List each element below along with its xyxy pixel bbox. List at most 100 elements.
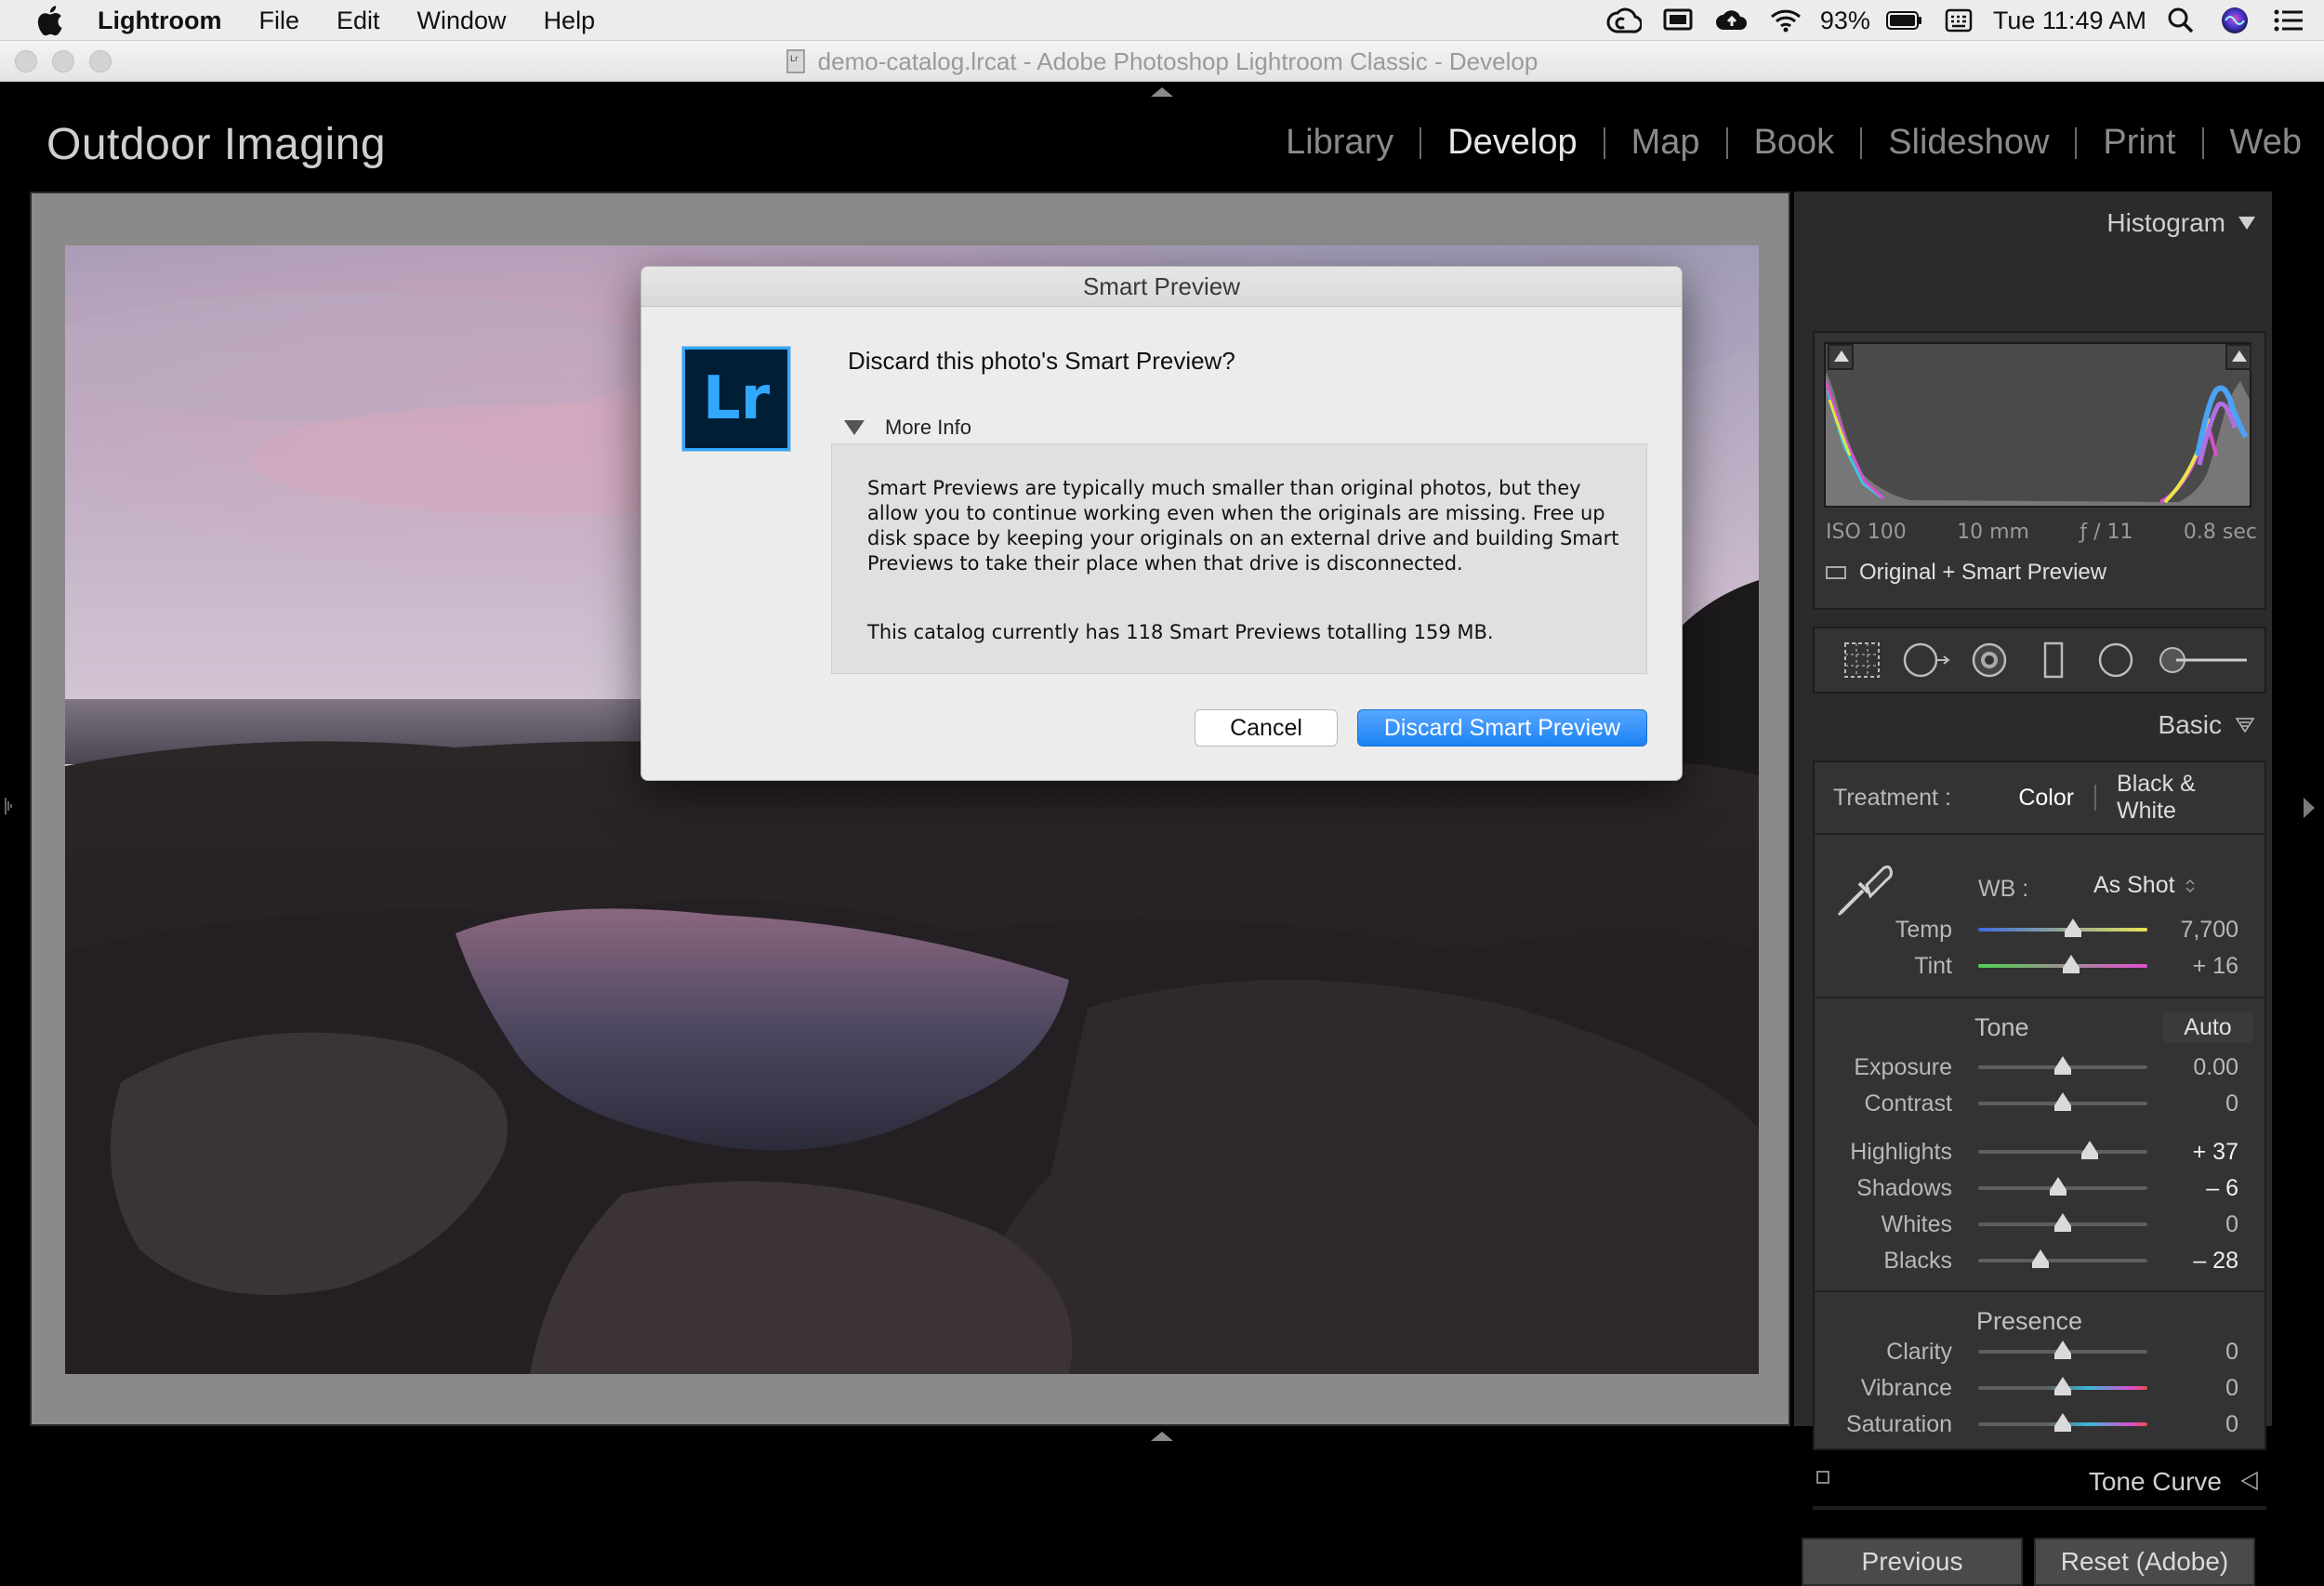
shadows-track[interactable] [1978, 1177, 2147, 1196]
battery-icon[interactable] [1885, 2, 1923, 39]
shadow-clipping-icon[interactable] [1828, 344, 1854, 370]
exposure-value[interactable]: 0.00 [2147, 1054, 2238, 1081]
shadows-slider[interactable]: Shadows – 6 [1815, 1171, 2268, 1205]
highlights-value[interactable]: + 37 [2147, 1139, 2238, 1166]
menu-window[interactable]: Window [417, 7, 507, 35]
cloud-upload-icon[interactable] [1713, 2, 1750, 39]
temp-track[interactable] [1978, 919, 2147, 937]
siri-icon[interactable] [2216, 2, 2253, 39]
contrast-track[interactable] [1978, 1092, 2147, 1111]
tint-value[interactable]: + 16 [2147, 953, 2238, 980]
exposure-thumb[interactable] [2054, 1056, 2071, 1075]
histogram-graph[interactable] [1824, 342, 2251, 508]
expand-triangle-icon[interactable] [2238, 1471, 2259, 1491]
clarity-thumb[interactable] [2054, 1341, 2071, 1359]
panel-toggle-icon[interactable] [1816, 1471, 1829, 1484]
divider [1815, 833, 2265, 835]
tint-slider[interactable]: Tint + 16 [1815, 949, 2268, 983]
module-print[interactable]: Print [2103, 123, 2175, 163]
saturation-track[interactable] [1978, 1413, 2147, 1432]
blacks-value[interactable]: – 28 [2147, 1248, 2238, 1275]
bottom-panel-toggle-icon[interactable] [1151, 1432, 1173, 1441]
radial-filter-tool-icon[interactable] [2091, 634, 2141, 686]
clock[interactable]: Tue 11:49 AM [1993, 7, 2146, 35]
histogram-header[interactable]: Histogram [2106, 208, 2255, 238]
vibrance-track[interactable] [1978, 1377, 2147, 1395]
whites-slider[interactable]: Whites 0 [1815, 1208, 2268, 1241]
right-panel-toggle-icon[interactable] [2304, 798, 2315, 818]
vibrance-thumb[interactable] [2054, 1377, 2071, 1395]
menu-edit[interactable]: Edit [337, 7, 380, 35]
left-panel-toggle-icon[interactable] [4, 796, 15, 816]
keyboard-icon[interactable] [1940, 2, 1977, 39]
clarity-track[interactable] [1978, 1341, 2147, 1359]
tint-thumb[interactable] [2063, 955, 2080, 973]
module-map[interactable]: Map [1631, 123, 1700, 163]
shadows-thumb[interactable] [2049, 1177, 2067, 1196]
preview-status[interactable]: Original + Smart Preview [1826, 560, 2106, 586]
discard-smart-preview-button[interactable]: Discard Smart Preview [1357, 709, 1647, 747]
display-icon[interactable] [1659, 2, 1697, 39]
module-book[interactable]: Book [1754, 123, 1835, 163]
module-library[interactable]: Library [1286, 123, 1393, 163]
temp-value[interactable]: 7,700 [2147, 917, 2238, 944]
panel-collapse-icon[interactable] [2235, 717, 2255, 734]
tone-curve-header[interactable]: Tone Curve [1813, 1460, 2266, 1504]
contrast-thumb[interactable] [2054, 1092, 2071, 1111]
basic-header[interactable]: Basic [2159, 710, 2255, 740]
module-develop[interactable]: Develop [1447, 123, 1577, 163]
temp-thumb[interactable] [2064, 919, 2081, 937]
exposure-track[interactable] [1978, 1056, 2147, 1075]
more-info-toggle[interactable]: More Info [844, 416, 971, 440]
creative-cloud-icon[interactable] [1605, 2, 1643, 39]
tint-track[interactable] [1978, 955, 2147, 973]
whites-value[interactable]: 0 [2147, 1211, 2238, 1238]
wifi-icon[interactable] [1767, 2, 1804, 39]
treatment-color-option[interactable]: Color [2018, 785, 2074, 812]
saturation-value[interactable]: 0 [2147, 1411, 2238, 1438]
whites-thumb[interactable] [2054, 1213, 2071, 1232]
temp-slider[interactable]: Temp 7,700 [1815, 913, 2268, 946]
wb-dropdown[interactable]: As Shot [2093, 872, 2196, 899]
auto-tone-button[interactable]: Auto [2162, 1011, 2253, 1043]
red-eye-tool-icon[interactable] [1965, 634, 2015, 686]
menu-file[interactable]: File [258, 7, 299, 35]
saturation-thumb[interactable] [2054, 1413, 2071, 1432]
blacks-track[interactable] [1978, 1249, 2147, 1268]
reset-button[interactable]: Reset (Adobe) [2034, 1538, 2255, 1586]
previous-button[interactable]: Previous [1802, 1538, 2023, 1586]
contrast-slider[interactable]: Contrast 0 [1815, 1087, 2268, 1120]
whites-track[interactable] [1978, 1213, 2147, 1232]
search-icon[interactable] [2162, 2, 2199, 39]
blacks-thumb[interactable] [2032, 1249, 2050, 1268]
exposure-slider[interactable]: Exposure 0.00 [1815, 1051, 2268, 1084]
disclosure-triangle-icon[interactable] [844, 420, 865, 435]
crop-tool-icon[interactable] [1837, 634, 1887, 686]
highlights-thumb[interactable] [2081, 1141, 2099, 1159]
highlight-clipping-icon[interactable] [2225, 344, 2251, 370]
apple-icon[interactable] [35, 4, 63, 37]
white-balance-selector-icon[interactable] [1831, 855, 1896, 920]
cancel-button[interactable]: Cancel [1195, 709, 1338, 747]
module-web[interactable]: Web [2230, 123, 2302, 163]
top-panel-toggle-icon[interactable] [1151, 87, 1173, 97]
adjustment-brush-tool-icon[interactable] [2154, 634, 2251, 686]
treatment-bw-option[interactable]: Black & White [2117, 771, 2261, 825]
shadows-value[interactable]: – 6 [2147, 1175, 2238, 1202]
clarity-slider[interactable]: Clarity 0 [1815, 1335, 2268, 1368]
notification-center-icon[interactable] [2270, 2, 2307, 39]
collapse-triangle-icon[interactable] [2238, 217, 2255, 230]
graduated-filter-tool-icon[interactable] [2027, 634, 2078, 686]
menu-help[interactable]: Help [544, 7, 596, 35]
vibrance-slider[interactable]: Vibrance 0 [1815, 1371, 2268, 1405]
contrast-value[interactable]: 0 [2147, 1090, 2238, 1117]
module-slideshow[interactable]: Slideshow [1888, 123, 2049, 163]
highlights-track[interactable] [1978, 1141, 2147, 1159]
clarity-value[interactable]: 0 [2147, 1339, 2238, 1366]
vibrance-value[interactable]: 0 [2147, 1375, 2238, 1402]
saturation-slider[interactable]: Saturation 0 [1815, 1408, 2268, 1441]
highlights-slider[interactable]: Highlights + 37 [1815, 1135, 2268, 1169]
blacks-slider[interactable]: Blacks – 28 [1815, 1244, 2268, 1277]
spot-removal-tool-icon[interactable] [1900, 634, 1952, 686]
menu-app-name[interactable]: Lightroom [98, 7, 221, 35]
